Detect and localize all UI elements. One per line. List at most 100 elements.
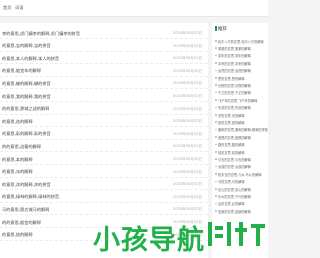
sidebar-item-label[interactable]: 思的意思,思的解释 — [218, 76, 268, 81]
sidebar-item-label[interactable]: 童年的意思,童年的解释 — [218, 53, 268, 58]
nav-link-words[interactable]: 词语 — [15, 5, 23, 11]
list-item-date: 2020年05月22日 — [172, 56, 202, 61]
sidebar-item[interactable]: 知未去的意思,凡木,马从的解释 — [215, 170, 268, 177]
sidebar-item[interactable]: 显赫的意思,显赫的解释 — [215, 207, 268, 214]
list-item-title[interactable]: 的意思,本的解释 — [2, 157, 33, 163]
list-item-title[interactable]: 的意思,宝的解释,宝的拼音 — [2, 43, 51, 49]
sidebar-item-label[interactable]: 失前的意思,失前的解释 — [218, 105, 268, 110]
sidebar-item[interactable]: 淡漠的意思,淡漠的解释 — [215, 163, 268, 170]
list-item-date: 2020年05月22日 — [172, 131, 202, 136]
sidebar-item[interactable]: 飞千年的意思,飞千年的解释 — [215, 96, 268, 103]
list-item[interactable]: 的意思,沐的解释,沐的拼音 2020年05月22日 — [0, 178, 208, 191]
list-item-date: 2020年05月22日 — [172, 182, 202, 187]
sidebar-item[interactable]: 欢心的意思,欢心的解释 — [215, 185, 268, 192]
sidebar-item[interactable]: 千丈的意思,千丈的解释 — [215, 89, 268, 96]
list-item-date: 2020年05月22日 — [172, 169, 202, 174]
list-item[interactable]: 的意思,般宜年的解释 2020年05月22日 — [0, 65, 208, 77]
list-item[interactable]: 马的意思,爬古城马的解释 2020年05月22日 — [0, 203, 208, 216]
list-item-title[interactable]: 的意思,般宜年的解释 — [2, 68, 41, 74]
sidebar-item[interactable]: 盘根的意思,盘根的解释 — [215, 133, 268, 140]
sidebar-item[interactable]: 失前的意思,失前的解释 — [215, 104, 268, 111]
sidebar-item-label[interactable]: 盘根的意思,盘根的解释 — [218, 135, 268, 140]
sidebar-item-label[interactable]: 与去的意思,与去的解释 — [218, 157, 268, 162]
list-item[interactable]: 的意思,冰的解释 2020年05月22日 — [0, 166, 208, 178]
sidebar-item-label[interactable]: 显赫的意思,显赫的解释 — [218, 209, 268, 214]
sidebar-item-label[interactable]: 紧紧的意思,紧紧的解释 — [218, 46, 268, 51]
list-item[interactable]: 李的意思,虎门鎮李的解释,虎门鎮李的拼音 2020年05月22日 — [0, 27, 208, 39]
list-item-title[interactable]: 的意思,我的解释,我的拼音 — [2, 94, 51, 100]
sidebar-item[interactable]: 前的意思,前的解释 — [215, 148, 268, 155]
sidebar-heading: 推荐 — [218, 26, 227, 32]
sidebar-item-label[interactable]: 宣的意思,宣的解释 — [218, 120, 268, 125]
list-item[interactable]: 的意思,绿林的解释,绿林的拼音 2020年05月22日 — [0, 191, 208, 203]
bullet-icon — [215, 143, 217, 146]
list-item-date: 2020年05月22日 — [172, 43, 202, 48]
list-item-title[interactable]: 的意思,绿林的解释,绿林的拼音 — [2, 194, 59, 200]
list-item-date: 2020年05月22日 — [172, 31, 202, 35]
list-item[interactable]: 的的意思,边塞的解释 2020年05月22日 — [0, 140, 208, 153]
sidebar-item-label[interactable]: 千丈的意思,千丈的解释 — [218, 90, 268, 95]
list-item-title[interactable]: 的意思,绕的解释 — [2, 232, 33, 238]
sidebar-item-label[interactable]: 本来的意思,本来的解释 — [218, 61, 268, 66]
list-item[interactable]: 的意思,宝的解释,宝的拼音 2020年05月22日 — [0, 40, 208, 52]
list-item-title[interactable]: 的的意思,那城之战的解释 — [2, 106, 49, 112]
list-item[interactable]: 的意思,蝴的解释,蝴的拼音 2020年05月22日 — [0, 77, 208, 90]
bullet-icon — [215, 195, 217, 197]
sidebar-item[interactable]: 与去的意思,与去的解释 — [215, 155, 268, 162]
sidebar-item[interactable]: 长物的意思,长物的解释 — [215, 81, 268, 88]
sidebar-item[interactable]: 思的意思,思的解释 — [215, 74, 268, 81]
sidebar-item-label[interactable]: 马的意思,马的解释 — [218, 179, 268, 184]
sidebar-item-label[interactable]: 欢心的意思,欢心的解释 — [218, 187, 268, 192]
list-item-title[interactable]: 的意思,沐的解释,沐的拼音 — [2, 182, 51, 188]
bullet-icon — [215, 84, 217, 86]
sidebar-item[interactable]: 乐水的意思,千叶的解释 — [215, 192, 268, 199]
sidebar-item-label[interactable]: 淡漠的意思,淡漠的解释 — [218, 164, 268, 169]
list-item-title[interactable]: 马的意思,爬古城马的解释 — [2, 207, 49, 213]
sidebar-item[interactable]: 马的意思,马的解释 — [215, 178, 268, 185]
sidebar-item[interactable]: 童年的意思,童年的解释 — [215, 52, 268, 59]
sidebar-item[interactable]: 本来的意思,本来的解释 — [215, 59, 268, 66]
sidebar-item[interactable]: 宣的意思,宣的解释 — [215, 118, 268, 125]
sidebar-item-label[interactable]: 路的意思,路的解释 — [218, 142, 268, 147]
sidebar-item[interactable]: 后的意思,后的解释 — [215, 200, 268, 207]
sidebar-item[interactable]: 路的意思,路的解释 — [215, 141, 268, 148]
bullet-icon — [215, 136, 217, 138]
list-item[interactable]: 的意思,彩的解释,彩的拼音 2020年05月22日 — [0, 128, 208, 140]
list-item-title[interactable]: 的意思,蝴的解释,蝴的拼音 — [2, 81, 51, 87]
nav-link-home[interactable]: 首页 — [3, 5, 11, 11]
list-item[interactable]: 的的意思,那城之战的解释 2020年05月22日 — [0, 103, 208, 115]
watermark-logo-icon — [208, 222, 265, 246]
sidebar-item[interactable]: 搬刺的意思,搬刺的解释,搬刺的拼音 — [215, 126, 268, 133]
list-item-title[interactable]: 的意思,冰的解释 — [2, 169, 33, 175]
list-item-date: 2020年05月22日 — [172, 106, 202, 111]
sidebar-item-label[interactable]: 长物的意思,长物的解释 — [218, 83, 268, 88]
watermark-logo: 小孩导航 — [93, 218, 268, 256]
sidebar-item[interactable]: 轮尔八尺的意思,轮尔八尺的解释 — [215, 37, 268, 44]
sidebar-item-label[interactable]: 后的意思,后的解释 — [218, 201, 268, 206]
sidebar-item-label[interactable]: 关的意思,关的解释 — [218, 113, 268, 118]
list-item-date: 2020年05月22日 — [172, 157, 202, 161]
sidebar-item-label[interactable]: 远然的意思,远然的解释 — [218, 68, 268, 73]
sidebar-item-label[interactable]: 知未去的意思,凡木,马从的解释 — [218, 172, 268, 177]
list-item-title[interactable]: 的意思,彩的解释,彩的拼音 — [2, 131, 51, 137]
sidebar-item-label[interactable]: 轮尔八尺的意思,轮尔八尺的解释 — [218, 39, 268, 44]
list-item[interactable]: 的意思,我的解释,我的拼音 2020年05月22日 — [0, 90, 208, 102]
list-item-title[interactable]: 的的意思,般宜的解释 — [2, 220, 41, 226]
list-item[interactable]: 的意思,迭的解释 2020年05月22日 — [0, 115, 208, 128]
list-item-title[interactable]: 李的意思,虎门鎮李的解释,虎门鎮李的拼音 — [2, 31, 80, 37]
sidebar-item[interactable]: 紧紧的意思,紧紧的解释 — [215, 44, 268, 51]
list-item[interactable]: 的意思,本的解释 2020年05月22日 — [0, 153, 208, 165]
sidebar-item-label[interactable]: 飞千年的意思,飞千年的解释 — [218, 98, 268, 103]
sidebar-item-label[interactable]: 搬刺的意思,搬刺的解释,搬刺的拼音 — [218, 127, 268, 132]
list-item-title[interactable]: 的意思,本人的解释,本人的拼音 — [2, 56, 59, 62]
sidebar-item[interactable]: 关的意思,关的解释 — [215, 111, 268, 118]
list-item[interactable]: 的意思,本人的解释,本人的拼音 2020年05月22日 — [0, 52, 208, 65]
bullet-icon — [215, 121, 217, 123]
list-item-title[interactable]: 的的意思,边塞的解释 — [2, 144, 41, 150]
sidebar-item[interactable]: 远然的意思,远然的解释 — [215, 67, 268, 74]
list-item-title[interactable]: 的意思,迭的解释 — [2, 119, 33, 125]
list-item-date: 2020年05月22日 — [172, 144, 202, 149]
bullet-icon — [215, 165, 217, 168]
sidebar-item-label[interactable]: 前的意思,前的解释 — [218, 150, 268, 155]
sidebar-item-label[interactable]: 乐水的意思,千叶的解释 — [218, 194, 268, 199]
